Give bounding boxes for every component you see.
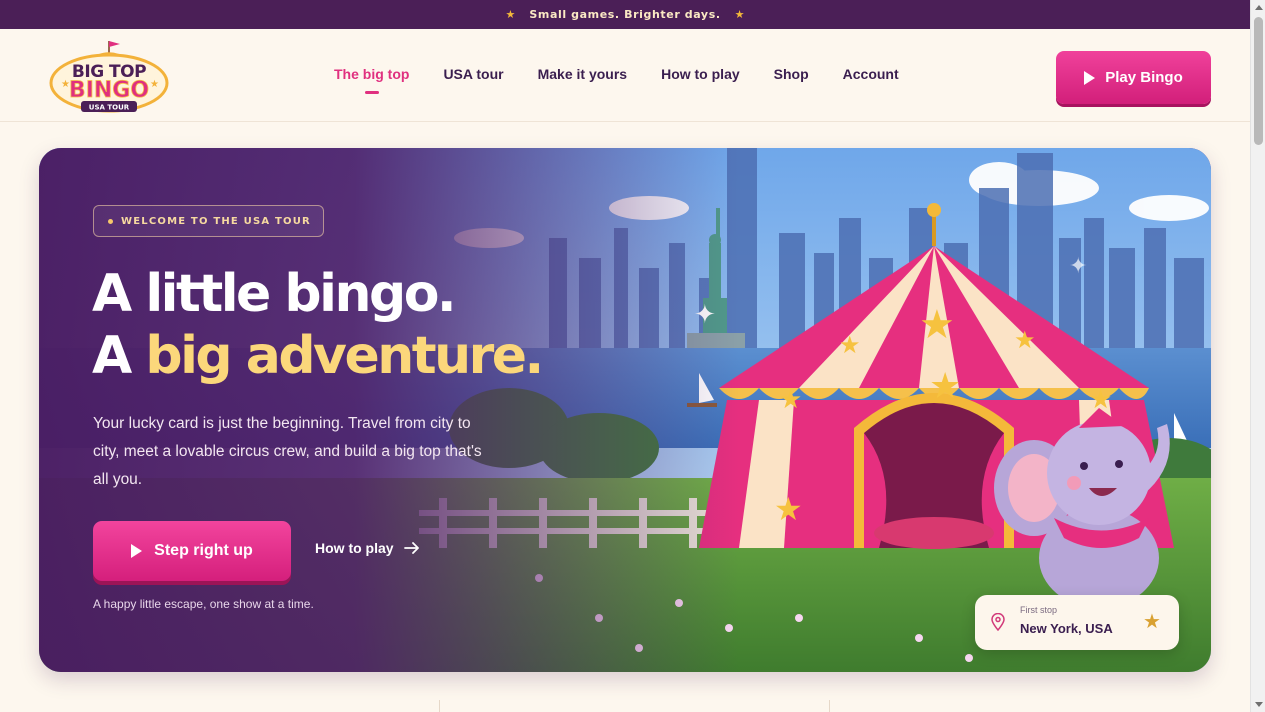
svg-text:★: ★ (779, 385, 802, 415)
logo-line2: BINGO (69, 78, 149, 103)
headline-line2-highlight: big adventure. (145, 326, 544, 386)
map-pin-icon (991, 613, 1005, 631)
arrow-right-icon (403, 542, 419, 554)
nav-item-make-it-yours[interactable]: Make it yours (538, 66, 627, 82)
hero-headline: A little bingo. A big adventure. (92, 263, 544, 387)
first-stop-city: New York, USA (1020, 621, 1113, 636)
star-icon: ★ (505, 8, 516, 21)
nav-item-shop[interactable]: Shop (774, 66, 809, 82)
badge-dot-icon (108, 218, 113, 224)
first-stop-label: First stop (1020, 605, 1058, 615)
step-right-up-label: Step right up (154, 542, 253, 559)
svg-text:★: ★ (61, 79, 70, 90)
svg-text:★: ★ (929, 366, 961, 407)
announcement-text: Small games. Brighter days. (529, 8, 721, 21)
hero-badge-text: WELCOME TO THE USA TOUR (121, 215, 311, 227)
site-logo[interactable]: BIG TOP BINGO USA TOUR ★ ★ (48, 39, 170, 117)
star-icon: ★ (1143, 609, 1161, 633)
svg-text:★: ★ (774, 490, 803, 528)
svg-text:★: ★ (839, 331, 861, 359)
section-divider (829, 700, 830, 712)
step-right-up-button[interactable]: Step right up (93, 521, 291, 581)
hero-description: Your lucky card is just the beginning. T… (93, 415, 482, 488)
site-header: BIG TOP BINGO USA TOUR ★ ★ The big top U… (0, 29, 1250, 122)
nav-item-account[interactable]: Account (843, 66, 899, 82)
headline-line2-prefix: A (92, 326, 132, 386)
first-stop-card[interactable]: First stop New York, USA ★ (975, 595, 1179, 650)
svg-text:✦: ✦ (1069, 254, 1087, 279)
nav-item-how-to-play[interactable]: How to play (661, 66, 740, 82)
svg-text:★: ★ (1014, 326, 1036, 354)
main-nav: The big top USA tour Make it yours How t… (334, 66, 933, 94)
nav-item-the-big-top[interactable]: The big top (334, 66, 409, 94)
announcement-bar: ★ Small games. Brighter days. ★ (0, 0, 1250, 29)
play-icon (131, 544, 143, 558)
logo-line3: USA TOUR (89, 104, 130, 112)
page-scrollbar[interactable] (1250, 0, 1265, 712)
star-icon: ★ (734, 8, 745, 21)
svg-text:★: ★ (150, 79, 159, 90)
headline-line1: A little bingo. (92, 264, 457, 324)
svg-text:★: ★ (919, 302, 955, 348)
play-bingo-label: Play Bingo (1105, 69, 1183, 86)
scrollbar-thumb[interactable] (1254, 17, 1263, 145)
section-divider (439, 700, 440, 712)
play-bingo-button[interactable]: Play Bingo (1056, 51, 1211, 104)
hero-badge: WELCOME TO THE USA TOUR (93, 205, 324, 237)
hero-banner: ★ ★ ★ ★ ★ ★ ★ ✦ ✦ (39, 148, 1211, 672)
play-icon (1084, 70, 1096, 85)
scroll-down-arrow-icon[interactable] (1255, 702, 1263, 707)
scroll-up-arrow-icon[interactable] (1255, 5, 1263, 10)
nav-item-usa-tour[interactable]: USA tour (443, 66, 503, 82)
hero-footnote: A happy little escape, one show at a tim… (93, 597, 314, 611)
how-to-play-link[interactable]: How to play (315, 540, 420, 556)
how-to-play-label: How to play (315, 540, 394, 556)
